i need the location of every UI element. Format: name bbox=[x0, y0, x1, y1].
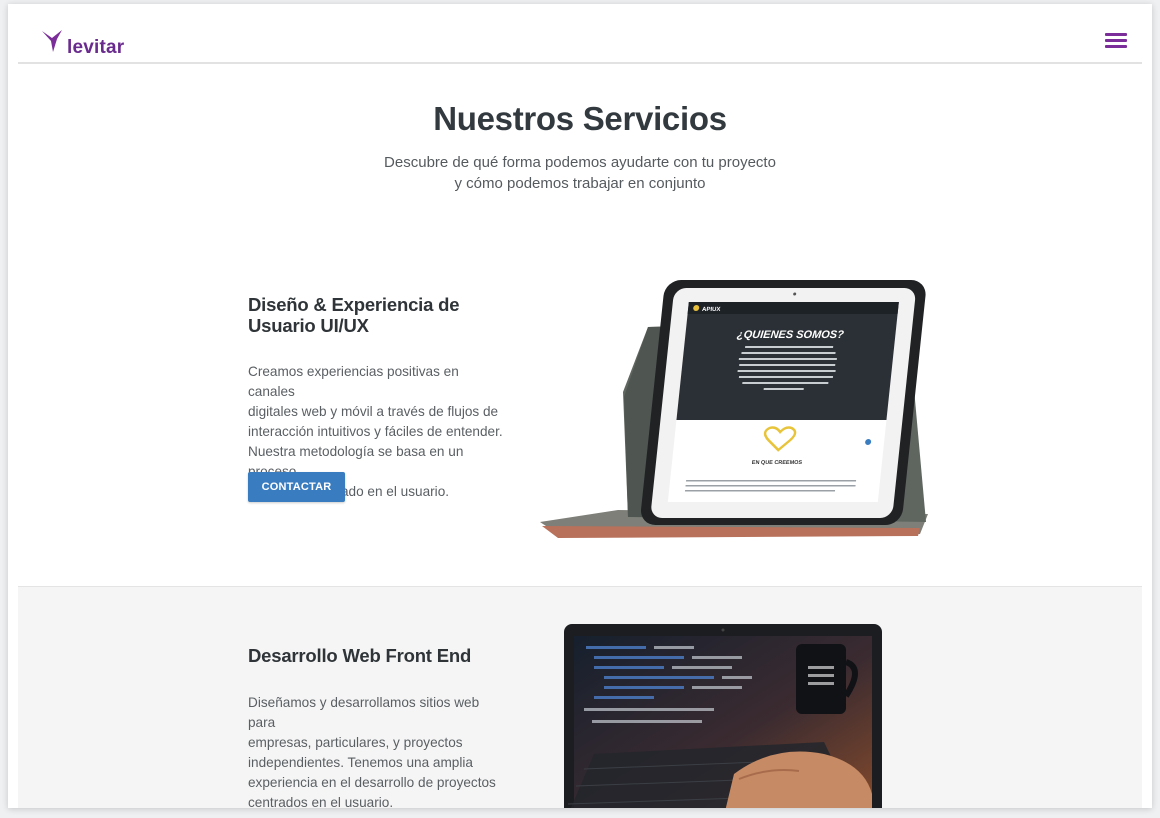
tablet-illustration: APIUX ¿QUIENES SOMOS? EN QUE CREEMOS bbox=[528, 272, 928, 552]
apiux-brand-text: APIUX bbox=[702, 307, 721, 313]
description-line: centrados en el usuario. bbox=[248, 795, 394, 808]
service-title-line-1: Diseño & Experiencia de bbox=[248, 294, 460, 315]
description-line: digitales web y móvil a través de flujos… bbox=[248, 404, 499, 419]
subtitle-line-2: y cómo podemos trabajar en conjunto bbox=[454, 175, 706, 192]
browser-frame: levitar Nuestros Servicios Descubre de q… bbox=[8, 4, 1152, 808]
description-line: Diseñamos y desarrollamos sitios web par… bbox=[248, 695, 480, 730]
description-line: experiencia en el desarrollo de proyecto… bbox=[248, 775, 496, 790]
service-title-line-2: Usuario UI/UX bbox=[248, 315, 369, 336]
navbar: levitar bbox=[18, 4, 1142, 64]
service-title-frontend: Desarrollo Web Front End bbox=[248, 645, 472, 666]
bird-logo-icon bbox=[42, 30, 62, 52]
hamburger-menu-icon[interactable] bbox=[1105, 33, 1127, 49]
description-line: Creamos experiencias positivas en canale… bbox=[248, 364, 459, 399]
service-title-uiux: Diseño & Experiencia de Usuario UI/UX bbox=[248, 294, 508, 336]
page-title: Nuestros Servicios bbox=[433, 100, 727, 137]
description-line: independientes. Tenemos una amplia bbox=[248, 755, 473, 770]
en-que-creemos-label: EN QUE CREEMOS bbox=[751, 460, 802, 466]
laptop-illustration bbox=[564, 624, 884, 808]
logo-text: levitar bbox=[67, 37, 125, 58]
tablet-image: APIUX ¿QUIENES SOMOS? EN QUE CREEMOS bbox=[540, 280, 928, 538]
quienes-somos-heading: ¿QUIENES SOMOS? bbox=[736, 329, 844, 341]
description-line: empresas, particulares, y proyectos bbox=[248, 735, 463, 750]
service-description-frontend: Diseñamos y desarrollamos sitios web par… bbox=[248, 693, 503, 808]
subtitle-line-1: Descubre de qué forma podemos ayudarte c… bbox=[384, 154, 776, 171]
laptop-image bbox=[564, 624, 882, 808]
description-line: interacción intuitivos y fáciles de ente… bbox=[248, 424, 503, 439]
contact-button[interactable]: CONTACTAR bbox=[248, 472, 345, 502]
logo[interactable]: levitar bbox=[40, 26, 124, 58]
page-subtitle: Descubre de qué forma podemos ayudarte c… bbox=[8, 152, 1152, 194]
